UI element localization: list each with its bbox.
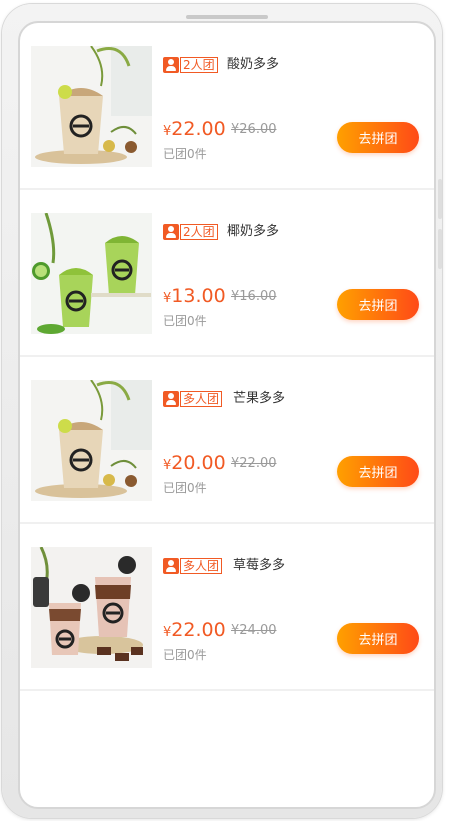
group-tag: 2人团 (163, 57, 218, 73)
product-title: 草莓多多 (233, 558, 286, 573)
group-tag-label: 多人团 (180, 391, 223, 407)
original-price: ¥22.00 (231, 456, 277, 471)
sold-count: 已团0件 (163, 648, 207, 662)
product-title: 椰奶多多 (227, 224, 280, 239)
phone-screen: 2人团 酸奶多多 ¥22.00 ¥26.00 已团0件 去拼团 2人团 椰奶多多… (18, 21, 436, 809)
join-group-button[interactable]: 去拼团 (337, 122, 419, 153)
join-group-button[interactable]: 去拼团 (337, 623, 419, 654)
group-tag-label: 多人团 (180, 558, 223, 574)
product-title: 酸奶多多 (227, 57, 280, 72)
product-image-mango (31, 380, 152, 501)
product-item[interactable]: 2人团 酸奶多多 ¥22.00 ¥26.00 已团0件 去拼团 (20, 23, 434, 190)
product-image-strawberry (31, 547, 152, 668)
sale-price: ¥22.00 (163, 619, 226, 641)
sold-count: 已团0件 (163, 314, 207, 328)
join-group-button[interactable]: 去拼团 (337, 456, 419, 487)
person-icon (163, 224, 179, 240)
group-tag: 多人团 (163, 558, 223, 574)
person-icon (163, 558, 179, 574)
product-title: 芒果多多 (233, 391, 286, 406)
original-price: ¥24.00 (231, 623, 277, 638)
group-tag: 2人团 (163, 224, 218, 240)
phone-side-button (438, 229, 442, 269)
product-image-yogurt (31, 46, 152, 167)
join-group-button[interactable]: 去拼团 (337, 289, 419, 320)
sale-price: ¥20.00 (163, 452, 226, 474)
sale-price: ¥13.00 (163, 285, 226, 307)
group-tag-label: 2人团 (180, 224, 218, 240)
sold-count: 已团0件 (163, 147, 207, 161)
person-icon (163, 57, 179, 73)
price-value: 22.00 (171, 619, 226, 641)
phone-frame: 2人团 酸奶多多 ¥22.00 ¥26.00 已团0件 去拼团 2人团 椰奶多多… (2, 4, 442, 818)
product-item[interactable]: 2人团 椰奶多多 ¥13.00 ¥16.00 已团0件 去拼团 (20, 190, 434, 357)
product-image-coconut (31, 213, 152, 334)
phone-side-button (438, 179, 442, 219)
sold-count: 已团0件 (163, 481, 207, 495)
group-tag: 多人团 (163, 391, 223, 407)
price-value: 22.00 (171, 118, 226, 140)
original-price: ¥16.00 (231, 289, 277, 304)
product-list: 2人团 酸奶多多 ¥22.00 ¥26.00 已团0件 去拼团 2人团 椰奶多多… (20, 23, 434, 691)
sale-price: ¥22.00 (163, 118, 226, 140)
group-tag-label: 2人团 (180, 57, 218, 73)
original-price: ¥26.00 (231, 122, 277, 137)
price-value: 20.00 (171, 452, 226, 474)
product-item[interactable]: 多人团 芒果多多 ¥20.00 ¥22.00 已团0件 去拼团 (20, 357, 434, 524)
price-value: 13.00 (171, 285, 226, 307)
phone-speaker (186, 15, 268, 19)
product-item[interactable]: 多人团 草莓多多 ¥22.00 ¥24.00 已团0件 去拼团 (20, 524, 434, 691)
person-icon (163, 391, 179, 407)
